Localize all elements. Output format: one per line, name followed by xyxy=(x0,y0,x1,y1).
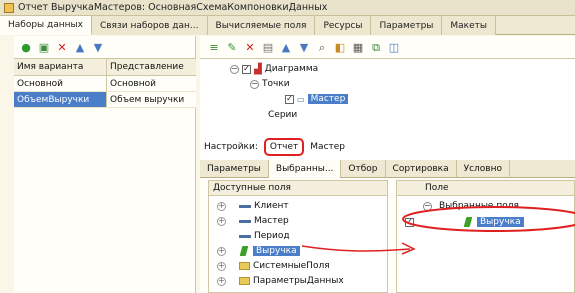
tab-selected-fields[interactable]: Выбранны... xyxy=(268,160,342,178)
title-bar: Отчет ВыручкаМастеров: ОсновнаяСхемаКомп… xyxy=(0,0,575,16)
tree-node-points[interactable]: − Точки xyxy=(250,77,290,91)
tab-sort[interactable]: Сортировка xyxy=(386,160,457,178)
list-item[interactable]: + СистемныеПоля xyxy=(217,259,330,273)
selected-fields-group-label: Выбранные поля xyxy=(439,201,519,211)
tab-filter[interactable]: Отбор xyxy=(341,160,386,178)
report-button[interactable]: Отчет xyxy=(263,138,305,156)
column-variant-name[interactable]: Имя варианта xyxy=(14,59,107,75)
variants-table: Имя варианта Представление Основной Осно… xyxy=(14,58,196,108)
variant-view-cell: Объем выручки xyxy=(110,94,185,105)
edit-icon[interactable]: ✎ xyxy=(226,42,238,54)
tree-node-diagram[interactable]: − ✓ ▟ Диаграмма xyxy=(230,62,318,76)
chart-icon: ▟ xyxy=(254,63,262,75)
field-label: СистемныеПоля xyxy=(253,261,330,271)
settings-pane: ≡ ✎ ✕ ▤ ▲ ▼ ⌕ ◧ ▦ ⧉ ◫ − ✓ ▟ Диаграмма − … xyxy=(200,36,575,293)
settings-row: Настройки: Отчет Мастер xyxy=(200,136,575,158)
collapse-icon[interactable]: − xyxy=(423,201,432,211)
list-item[interactable]: + Клиент xyxy=(217,199,289,213)
add-icon[interactable]: ● xyxy=(20,42,32,54)
expand-icon[interactable]: + xyxy=(217,246,226,256)
selected-fields-header: Поле xyxy=(397,181,574,196)
report-window: Отчет ВыручкаМастеров: ОсновнаяСхемаКомп… xyxy=(0,0,575,293)
table-icon[interactable]: ▦ xyxy=(352,42,364,54)
tab-parameters[interactable]: Параметры xyxy=(371,16,443,35)
copy-icon[interactable]: ▣ xyxy=(38,42,50,54)
tab-resources[interactable]: Ресурсы xyxy=(315,16,372,35)
delete-icon[interactable]: ✕ xyxy=(244,42,256,54)
selected-field-label: Выручка xyxy=(477,217,524,227)
column-view[interactable]: Представление xyxy=(107,59,196,75)
field-icon xyxy=(239,219,251,223)
checkbox[interactable]: ✓ xyxy=(242,64,251,74)
variants-toolbar: ● ▣ ✕ ▲ ▼ xyxy=(20,38,104,58)
folder-icon xyxy=(239,277,250,285)
series-label: Серии xyxy=(268,110,298,120)
variant-name-cell: Основной xyxy=(14,76,107,91)
tree-node-master[interactable]: ✓ ▭ Мастер xyxy=(285,92,349,106)
checkbox[interactable]: ✓ xyxy=(285,94,294,104)
list-item[interactable]: ✓ Выручка xyxy=(405,215,524,229)
available-fields-pane: Доступные поля + Клиент + Мастер Период … xyxy=(208,180,388,293)
move-up-icon[interactable]: ▲ xyxy=(280,42,292,54)
variant-view-cell: Основной xyxy=(110,78,156,89)
field-label: Выручка xyxy=(253,246,300,256)
selected-fields-pane: Поле − Выбранные поля ✓ Выручка xyxy=(396,180,575,293)
layout-icon[interactable]: ◫ xyxy=(388,42,400,54)
delete-icon[interactable]: ✕ xyxy=(56,42,68,54)
collapse-icon[interactable]: − xyxy=(250,79,259,89)
tab-dataset-links[interactable]: Связи наборов дан... xyxy=(91,16,208,35)
tab-conditional[interactable]: Условно xyxy=(457,160,510,178)
master-label: Мастер xyxy=(307,94,349,104)
main-tabs: Наборы данных Связи наборов дан... Вычис… xyxy=(0,16,575,35)
resource-icon xyxy=(463,217,473,227)
list-item[interactable]: + Выручка xyxy=(217,244,300,258)
checkbox[interactable]: ✓ xyxy=(405,217,414,227)
move-up-icon[interactable]: ▲ xyxy=(74,42,86,54)
expand-icon[interactable]: + xyxy=(217,261,226,271)
tree-node-series[interactable]: Серии xyxy=(268,108,297,122)
list-item[interactable]: Период xyxy=(217,229,290,243)
diagram-label: Диаграмма xyxy=(264,64,319,74)
field-label: ПараметрыДанных xyxy=(253,276,344,286)
expand-icon[interactable]: + xyxy=(217,276,226,286)
points-label: Точки xyxy=(262,79,290,89)
properties-icon[interactable]: ▤ xyxy=(262,42,274,54)
report-icon xyxy=(4,2,14,13)
expand-icon[interactable]: + xyxy=(217,216,226,226)
grouping-icon: ▭ xyxy=(297,94,305,104)
tab-settings-parameters[interactable]: Параметры xyxy=(200,160,269,178)
field-label: Мастер xyxy=(254,216,289,226)
add-group-icon[interactable]: ≡ xyxy=(208,42,220,54)
move-down-icon[interactable]: ▼ xyxy=(92,42,104,54)
structure-toolbar: ≡ ✎ ✕ ▤ ▲ ▼ ⌕ ◧ ▦ ⧉ ◫ xyxy=(208,38,400,58)
list-item[interactable]: + ПараметрыДанных xyxy=(217,274,344,288)
move-down-icon[interactable]: ▼ xyxy=(298,42,310,54)
collapse-icon[interactable]: − xyxy=(230,64,239,74)
selected-fields-group[interactable]: − Выбранные поля xyxy=(423,199,519,213)
available-fields-header: Доступные поля xyxy=(209,181,387,196)
ungroup-icon[interactable]: ⧉ xyxy=(370,42,382,54)
list-item[interactable]: + Мастер xyxy=(217,214,289,228)
tab-calculated-fields[interactable]: Вычисляемые поля xyxy=(207,16,316,35)
table-row[interactable]: Основной Основной xyxy=(14,76,196,92)
variants-pane: ● ▣ ✕ ▲ ▼ Имя варианта Представление Осн… xyxy=(14,36,196,293)
settings-tabs: Параметры Выбранны... Отбор Сортировка У… xyxy=(200,160,575,178)
settings-label: Настройки: xyxy=(204,142,258,152)
field-icon xyxy=(239,204,251,208)
expand-icon[interactable]: + xyxy=(217,201,226,211)
variant-name-cell: ОбъемВыручки xyxy=(14,92,107,107)
folder-icon xyxy=(239,262,250,270)
master-settings-label[interactable]: Мастер xyxy=(310,142,345,152)
variants-table-header: Имя варианта Представление xyxy=(14,58,196,76)
search-icon[interactable]: ⌕ xyxy=(316,42,328,54)
field-icon xyxy=(239,234,251,238)
tab-datasets[interactable]: Наборы данных xyxy=(0,16,92,35)
table-row[interactable]: ОбъемВыручки Объем выручки xyxy=(14,92,196,108)
tab-layouts[interactable]: Макеты xyxy=(442,16,496,35)
window-title: Отчет ВыручкаМастеров: ОсновнаяСхемаКомп… xyxy=(18,2,328,13)
group-icon[interactable]: ◧ xyxy=(334,42,346,54)
field-label: Период xyxy=(254,231,290,241)
field-label: Клиент xyxy=(254,201,289,211)
resource-icon xyxy=(239,246,249,256)
